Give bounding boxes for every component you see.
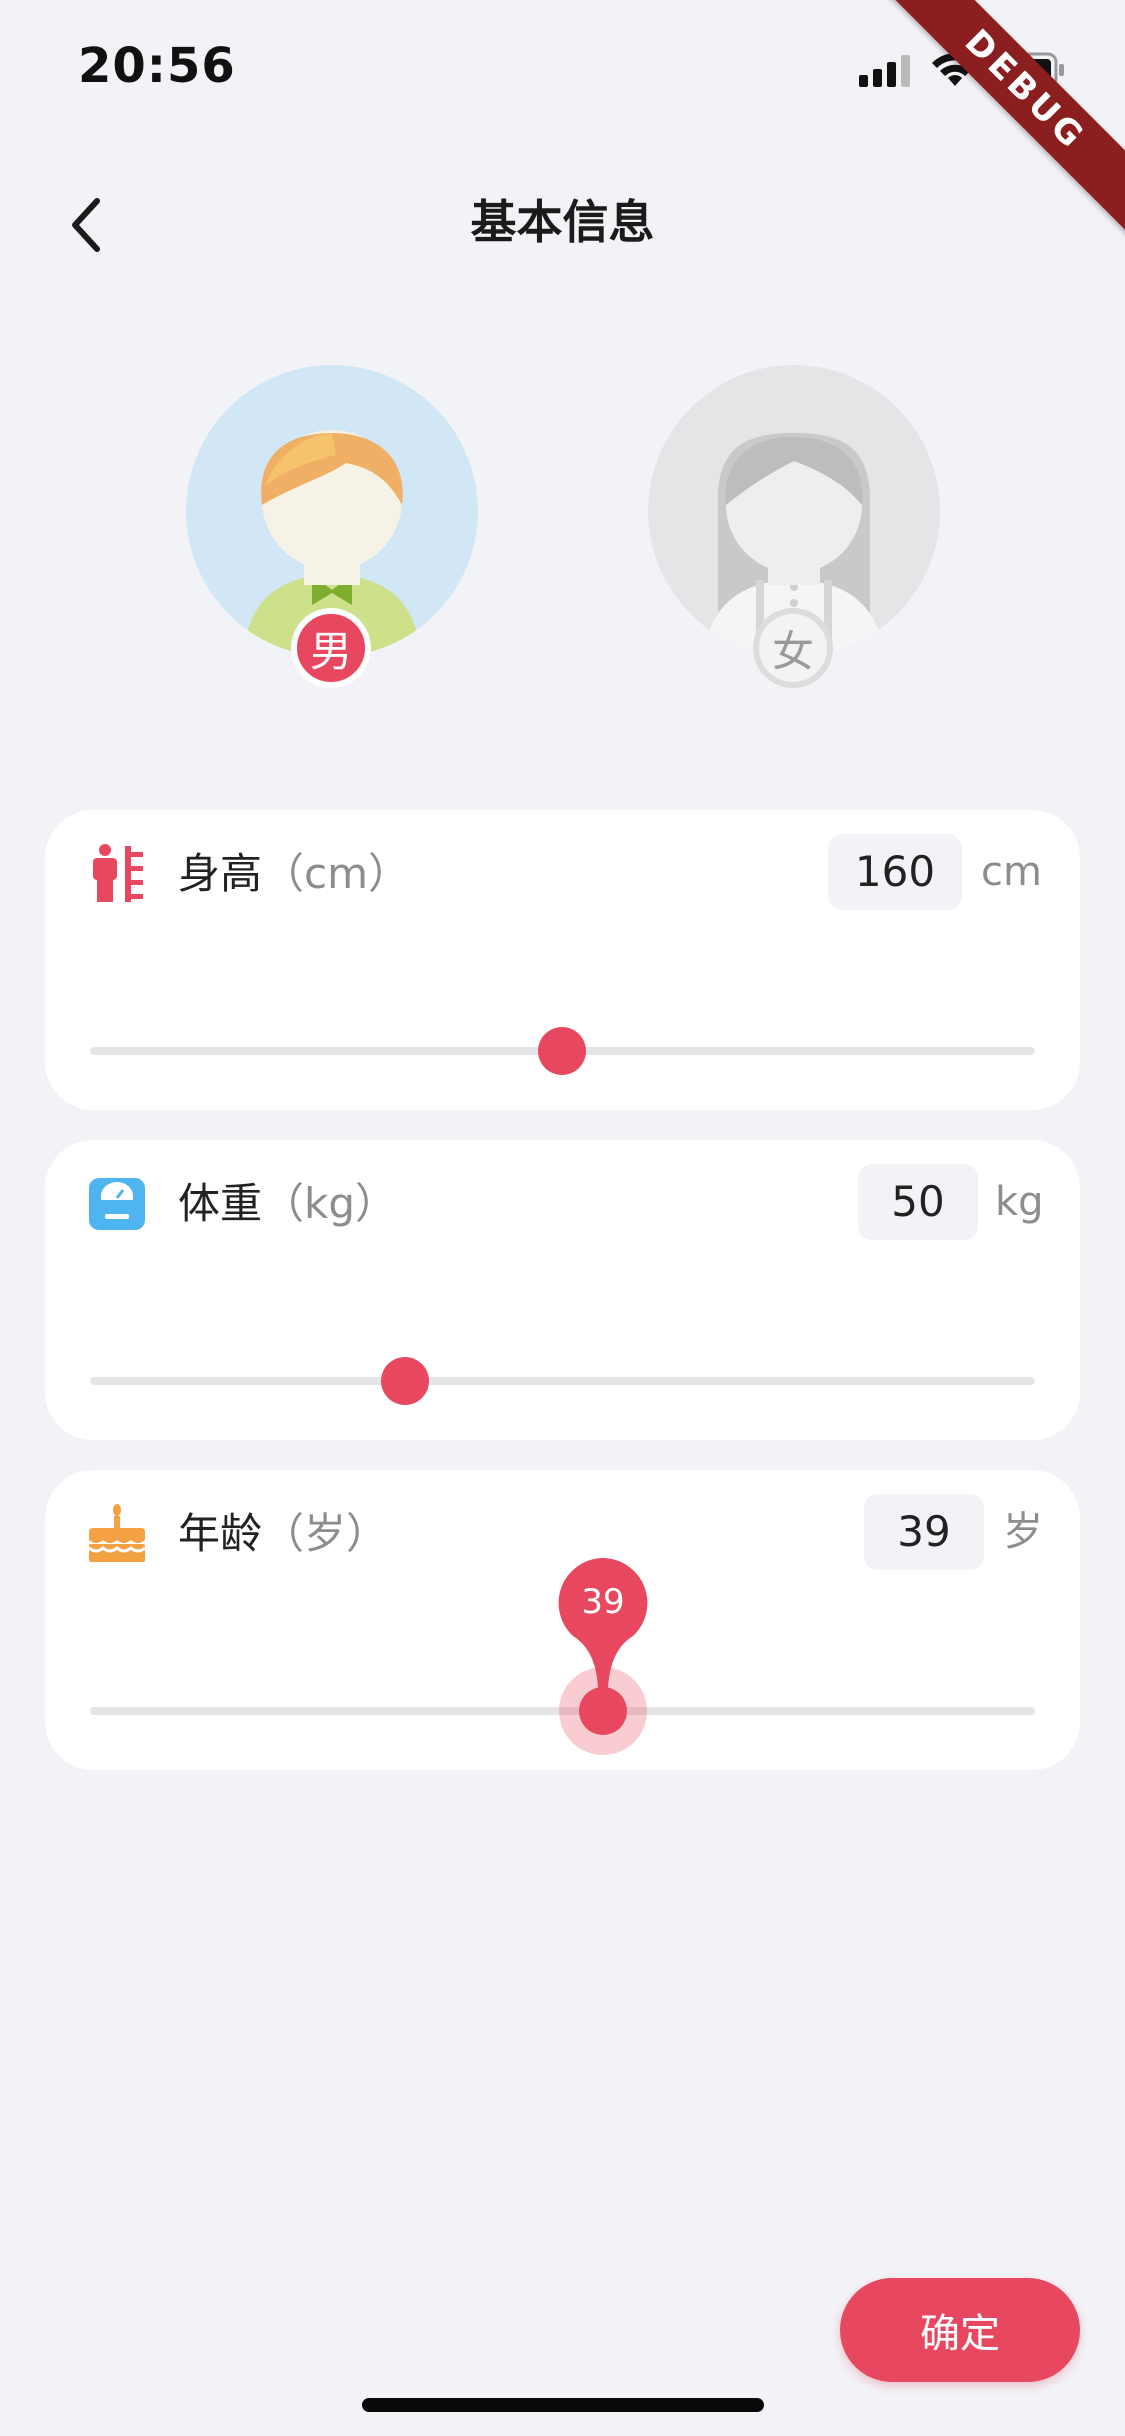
height-label: 身高（cm）	[178, 844, 410, 904]
weight-card: 体重（kg） 50 kg	[45, 1140, 1080, 1440]
height-value-input[interactable]: 160	[828, 834, 962, 910]
female-badge[interactable]: 女	[753, 608, 833, 688]
height-ruler-icon	[93, 844, 143, 902]
age-label: 年龄（岁）	[178, 1504, 388, 1564]
male-badge[interactable]: 男	[291, 608, 371, 688]
weight-label-unit: （kg）	[262, 1179, 397, 1228]
height-unit: cm	[981, 849, 1042, 895]
age-label-unit: （岁）	[262, 1509, 389, 1558]
weight-value-input[interactable]: 50	[858, 1164, 978, 1240]
home-indicator	[362, 2398, 764, 2412]
age-card: 年龄（岁） 39 岁 39	[45, 1470, 1080, 1770]
weight-unit: kg	[995, 1179, 1044, 1225]
age-value-input[interactable]: 39	[864, 1494, 984, 1570]
confirm-button[interactable]: 确定	[840, 2278, 1080, 2382]
age-unit: 岁	[1003, 1509, 1043, 1555]
age-slider-thumb[interactable]	[579, 1687, 627, 1735]
cellular-signal-icon	[859, 55, 910, 87]
height-card: 身高（cm） 160 cm	[45, 810, 1080, 1110]
height-slider-thumb[interactable]	[538, 1027, 586, 1075]
scale-icon	[89, 1178, 145, 1230]
height-label-unit: （cm）	[262, 849, 411, 898]
cake-icon	[88, 1504, 146, 1562]
page-title: 基本信息	[470, 195, 655, 249]
weight-label: 体重（kg）	[178, 1174, 397, 1234]
age-indicator-label: 39	[581, 1582, 625, 1622]
height-label-text: 身高	[178, 849, 263, 898]
age-label-text: 年龄	[178, 1509, 263, 1558]
weight-label-text: 体重	[178, 1179, 263, 1228]
weight-slider-track[interactable]	[90, 1377, 1035, 1385]
weight-slider-thumb[interactable]	[381, 1357, 429, 1405]
status-time: 20:56	[78, 38, 236, 94]
